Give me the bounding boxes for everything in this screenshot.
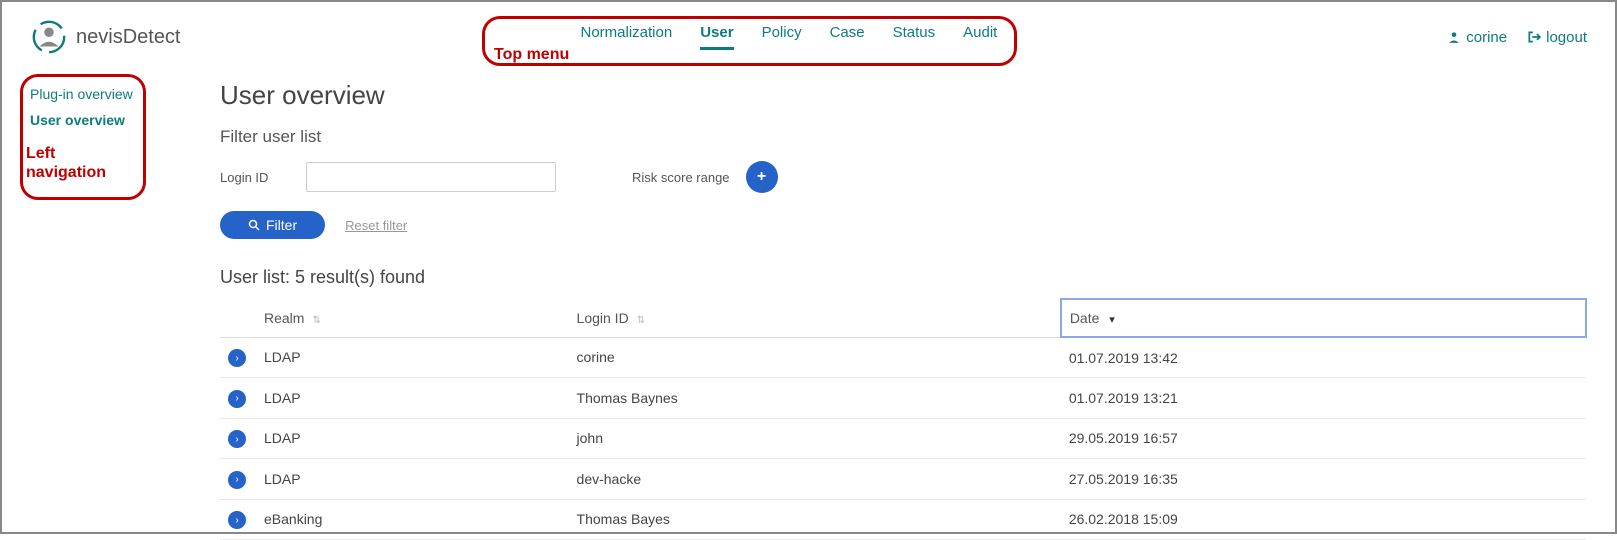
app-logo-icon (30, 18, 68, 56)
cell-realm: LDAP (256, 459, 569, 500)
cell-realm: eBanking (256, 499, 569, 540)
add-risk-range-button[interactable]: + (746, 161, 778, 193)
logout-label: logout (1546, 29, 1587, 46)
nav-status[interactable]: Status (893, 24, 936, 50)
nav-case[interactable]: Case (830, 24, 865, 50)
table-row: › eBankingThomas Bayes26.02.2018 15:09 (220, 499, 1586, 540)
top-menu: Normalization User Policy Case Status Au… (581, 24, 998, 50)
nav-user[interactable]: User (700, 24, 733, 50)
cell-login-id: john (569, 418, 1061, 459)
cell-date: 26.02.2018 15:09 (1061, 499, 1586, 540)
expand-row-button[interactable]: › (228, 511, 246, 529)
col-login-id[interactable]: Login ID ⇅ (569, 299, 1061, 337)
header: nevisDetect Normalization User Policy Ca… (2, 2, 1615, 62)
col-realm[interactable]: Realm ⇅ (256, 299, 569, 337)
filter-button[interactable]: Filter (220, 211, 325, 239)
username-label: corine (1466, 29, 1507, 46)
col-realm-label: Realm (264, 310, 304, 326)
logout-icon (1527, 30, 1541, 44)
expand-row-button[interactable]: › (228, 349, 246, 367)
cell-login-id: corine (569, 337, 1061, 378)
col-date[interactable]: Date ▾ (1061, 299, 1586, 337)
cell-realm: LDAP (256, 378, 569, 419)
table-row: › LDAPjohn29.05.2019 16:57 (220, 418, 1586, 459)
logo[interactable]: nevisDetect (30, 18, 181, 56)
app-name: nevisDetect (76, 26, 181, 49)
cell-date: 01.07.2019 13:42 (1061, 337, 1586, 378)
sidebar-item-user-overview[interactable]: User overview (30, 112, 160, 128)
user-table: Realm ⇅ Login ID ⇅ Date ▾ ›LDAPcorine01.… (220, 298, 1587, 540)
search-icon (248, 219, 260, 231)
expand-row-button[interactable]: › (228, 390, 246, 408)
cell-login-id: Thomas Bayes (569, 499, 1061, 540)
table-row: › LDAPdev-hacke27.05.2019 16:35 (220, 459, 1586, 500)
filter-actions: Filter Reset filter (220, 211, 1587, 239)
col-date-label: Date (1070, 310, 1100, 326)
nav-normalization[interactable]: Normalization (581, 24, 673, 50)
cell-date: 29.05.2019 16:57 (1061, 418, 1586, 459)
current-user-link[interactable]: corine (1447, 29, 1507, 46)
filter-button-label: Filter (266, 217, 297, 233)
list-title: User list: 5 result(s) found (220, 267, 1587, 288)
sort-icon: ⇅ (637, 315, 645, 326)
filter-row: Login ID Risk score range + (220, 161, 1587, 193)
content: Plug-in overview User overview User over… (2, 62, 1615, 540)
cell-date: 01.07.2019 13:21 (1061, 378, 1586, 419)
cell-realm: LDAP (256, 337, 569, 378)
risk-score-label: Risk score range (632, 170, 730, 185)
logout-link[interactable]: logout (1527, 29, 1587, 46)
cell-login-id: Thomas Baynes (569, 378, 1061, 419)
user-icon (1447, 30, 1461, 44)
cell-login-id: dev-hacke (569, 459, 1061, 500)
expand-row-button[interactable]: › (228, 430, 246, 448)
main: User overview Filter user list Login ID … (220, 80, 1587, 540)
cell-realm: LDAP (256, 418, 569, 459)
left-nav: Plug-in overview User overview (30, 80, 160, 540)
page-title: User overview (220, 80, 1587, 111)
nav-policy[interactable]: Policy (762, 24, 802, 50)
nav-audit[interactable]: Audit (963, 24, 997, 50)
filter-title: Filter user list (220, 127, 1587, 147)
table-row: › LDAPcorine01.07.2019 13:42 (220, 337, 1586, 378)
caret-down-icon: ▾ (1109, 314, 1115, 326)
cell-date: 27.05.2019 16:35 (1061, 459, 1586, 500)
col-login-id-label: Login ID (577, 310, 629, 326)
user-area: corine logout (1447, 29, 1587, 46)
login-id-label: Login ID (220, 170, 290, 185)
login-id-input[interactable] (306, 162, 556, 192)
plus-icon: + (757, 168, 766, 186)
reset-filter-link[interactable]: Reset filter (345, 218, 407, 233)
expand-row-button[interactable]: › (228, 471, 246, 489)
table-row: › LDAPThomas Baynes01.07.2019 13:21 (220, 378, 1586, 419)
col-expand (220, 299, 256, 337)
sort-icon: ⇅ (312, 315, 320, 326)
sidebar-item-plugin-overview[interactable]: Plug-in overview (30, 86, 160, 102)
